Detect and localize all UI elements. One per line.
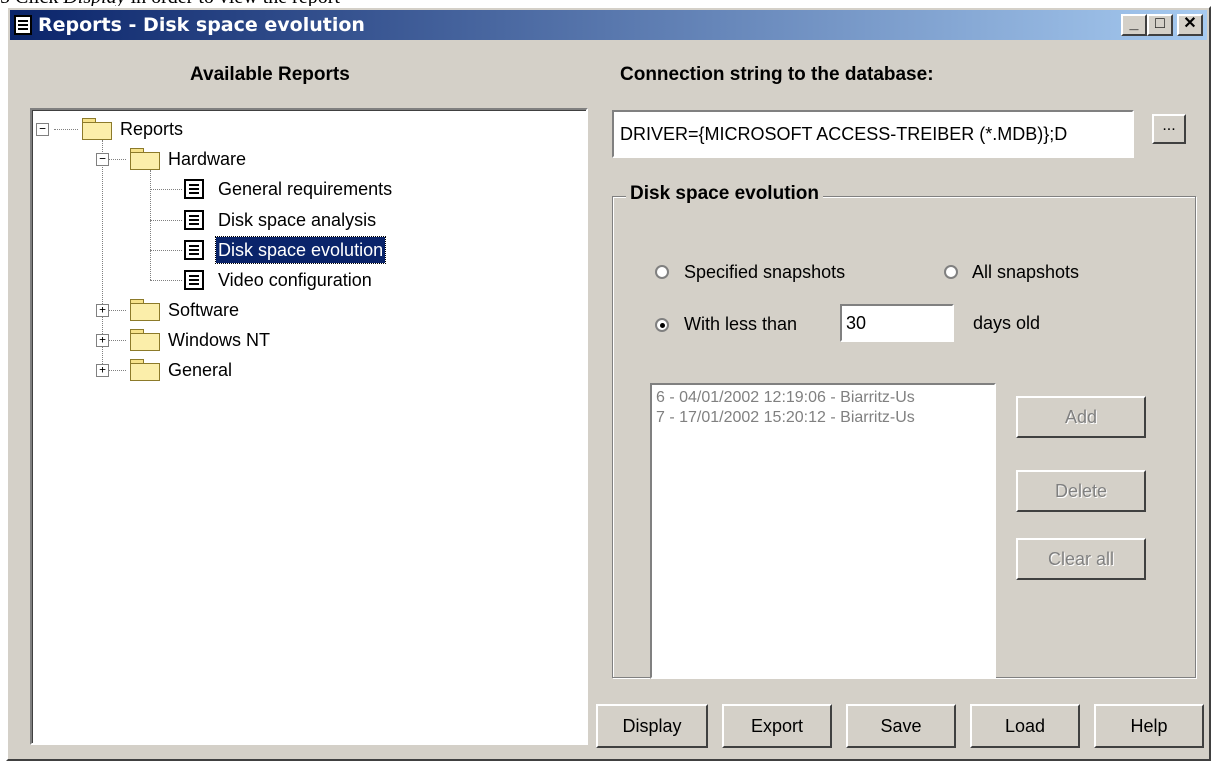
expand-windows-nt-icon[interactable]: +: [96, 334, 109, 347]
export-button[interactable]: Export: [722, 704, 832, 748]
folder-icon: [130, 359, 160, 381]
tree-item-general[interactable]: General: [168, 357, 232, 383]
days-input[interactable]: 30: [840, 304, 954, 342]
folder-icon: [130, 148, 160, 170]
maximize-button[interactable]: □: [1147, 14, 1173, 36]
tree-item-disk-space-evolution[interactable]: Disk space evolution: [214, 236, 387, 264]
report-icon: [184, 210, 204, 230]
report-icon: [184, 240, 204, 260]
tree-item-software[interactable]: Software: [168, 297, 239, 323]
tree-item-hardware[interactable]: Hardware: [168, 146, 246, 172]
snapshots-list[interactable]: 6 - 04/01/2002 12:19:06 - Biarritz-Us 7 …: [650, 383, 996, 679]
tree-item-reports[interactable]: Reports: [120, 116, 183, 142]
group-title: Disk space evolution: [626, 183, 824, 205]
load-button[interactable]: Load: [970, 704, 1080, 748]
minimize-button[interactable]: _: [1121, 14, 1147, 36]
report-icon: [184, 179, 204, 199]
expand-general-icon[interactable]: +: [96, 364, 109, 377]
collapse-reports-icon[interactable]: −: [36, 123, 49, 136]
add-button[interactable]: Add: [1016, 396, 1146, 438]
tree-item-video-configuration[interactable]: Video configuration: [218, 267, 372, 293]
display-button[interactable]: Display: [596, 704, 708, 748]
radio-less-label[interactable]: With less than: [684, 314, 797, 335]
reports-tree[interactable]: − Reports − Hardware General requirement…: [30, 108, 588, 745]
radio-all-snapshots[interactable]: [944, 265, 958, 279]
radio-less-than[interactable]: [655, 318, 669, 332]
folder-icon: [130, 299, 160, 321]
folder-icon: [130, 329, 160, 351]
tree-item-disk-space-analysis[interactable]: Disk space analysis: [218, 207, 376, 233]
save-button[interactable]: Save: [846, 704, 956, 748]
window-title: Reports - Disk space evolution: [38, 14, 365, 36]
connection-string-input[interactable]: DRIVER={MICROSOFT ACCESS-TREIBER (*.MDB)…: [612, 110, 1134, 158]
clear-all-button[interactable]: Clear all: [1016, 538, 1146, 580]
connection-string-label: Connection string to the database:: [620, 64, 934, 85]
list-item[interactable]: 7 - 17/01/2002 15:20:12 - Biarritz-Us: [656, 409, 915, 427]
folder-icon: [82, 118, 112, 140]
help-button[interactable]: Help: [1094, 704, 1204, 748]
collapse-hardware-icon[interactable]: −: [96, 153, 109, 166]
radio-all-label[interactable]: All snapshots: [972, 262, 1079, 283]
days-old-label: days old: [973, 313, 1041, 333]
title-bar[interactable]: Reports - Disk space evolution _ □ ✕: [10, 10, 1207, 40]
radio-specified-snapshots[interactable]: [655, 265, 669, 279]
delete-button[interactable]: Delete: [1016, 470, 1146, 512]
report-icon: [184, 270, 204, 290]
tree-item-general-requirements[interactable]: General requirements: [218, 176, 392, 202]
close-button[interactable]: ✕: [1177, 14, 1203, 36]
radio-specified-label[interactable]: Specified snapshots: [684, 262, 845, 283]
tree-item-windows-nt[interactable]: Windows NT: [168, 327, 270, 353]
expand-software-icon[interactable]: +: [96, 304, 109, 317]
browse-connection-button[interactable]: ...: [1152, 114, 1186, 144]
available-reports-heading: Available Reports: [190, 64, 350, 85]
list-item[interactable]: 6 - 04/01/2002 12:19:06 - Biarritz-Us: [656, 389, 915, 407]
report-window-icon: [14, 15, 32, 35]
